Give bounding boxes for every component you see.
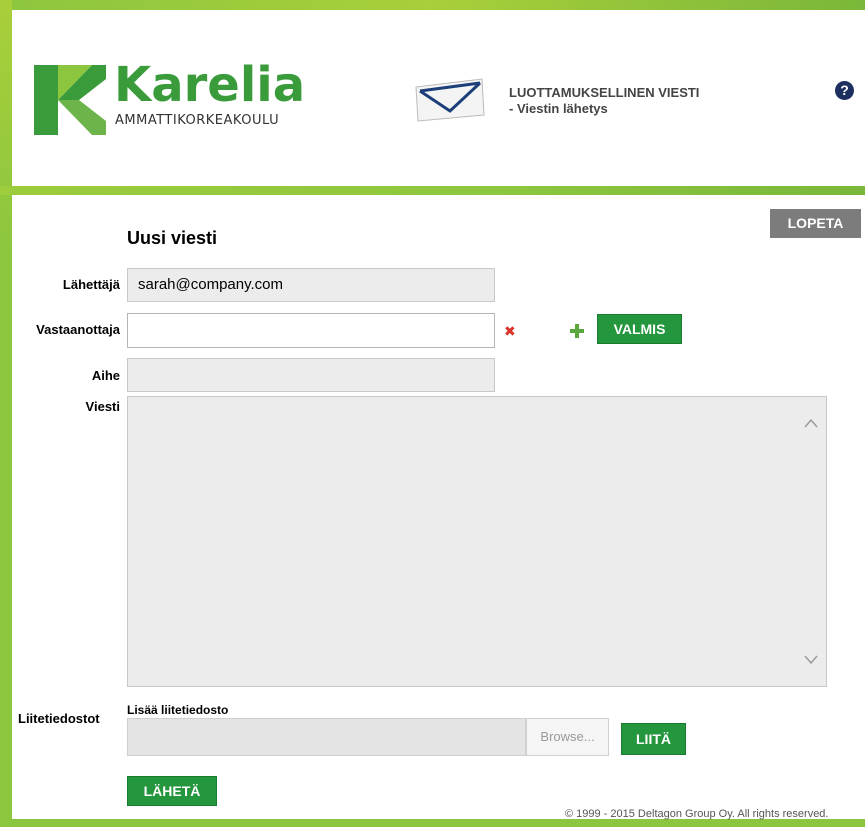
browse-button[interactable]: Browse... (526, 718, 609, 756)
logo-subtext: AMMATTIKORKEAKOULU (115, 113, 280, 128)
remove-recipient-icon[interactable]: ✖ (504, 324, 516, 338)
karelia-logo: Karelia AMMATTIKORKEAKOULU (34, 57, 305, 135)
recipient-label: Vastaanottaja (36, 322, 120, 337)
page-title: Uusi viesti (127, 228, 218, 248)
done-button[interactable]: VALMIS (597, 314, 682, 344)
send-button[interactable]: LÄHETÄ (127, 776, 217, 806)
logo-wordmark: Karelia (114, 57, 306, 113)
header-divider (0, 186, 865, 195)
help-icon[interactable]: ? (835, 81, 854, 100)
add-attachment-label: Lisää liitetiedosto (127, 703, 229, 717)
attach-button[interactable]: LIITÄ (621, 723, 686, 755)
recipient-input[interactable] (127, 313, 495, 348)
envelope-icon (415, 78, 485, 122)
frame-left-border (0, 0, 12, 827)
attachment-file-field[interactable] (127, 718, 526, 756)
sender-field: sarah@company.com (127, 268, 495, 302)
attachments-label: Liitetiedostot (18, 711, 100, 726)
message-label: Viesti (85, 399, 120, 414)
header-title: LUOTTAMUKSELLINEN VIESTI - Viestin lähet… (509, 85, 699, 117)
logout-button[interactable]: LOPETA (770, 209, 861, 238)
karelia-k-mark-icon (34, 65, 106, 135)
header-title-line1: LUOTTAMUKSELLINEN VIESTI (509, 85, 700, 100)
message-textarea[interactable] (127, 396, 827, 687)
sender-label: Lähettäjä (62, 277, 120, 292)
frame-top-border (0, 0, 865, 10)
subject-input[interactable] (127, 358, 495, 392)
scroll-down-icon[interactable] (804, 652, 818, 666)
subject-label: Aihe (91, 368, 120, 383)
footer-copyright: © 1999 - 2015 Deltagon Group Oy. All rig… (565, 808, 829, 820)
header-title-line2: - Viestin lähetys (509, 101, 608, 116)
scroll-up-icon[interactable] (804, 417, 818, 431)
frame-bottom-border (0, 819, 865, 827)
add-recipient-icon[interactable] (570, 324, 584, 338)
